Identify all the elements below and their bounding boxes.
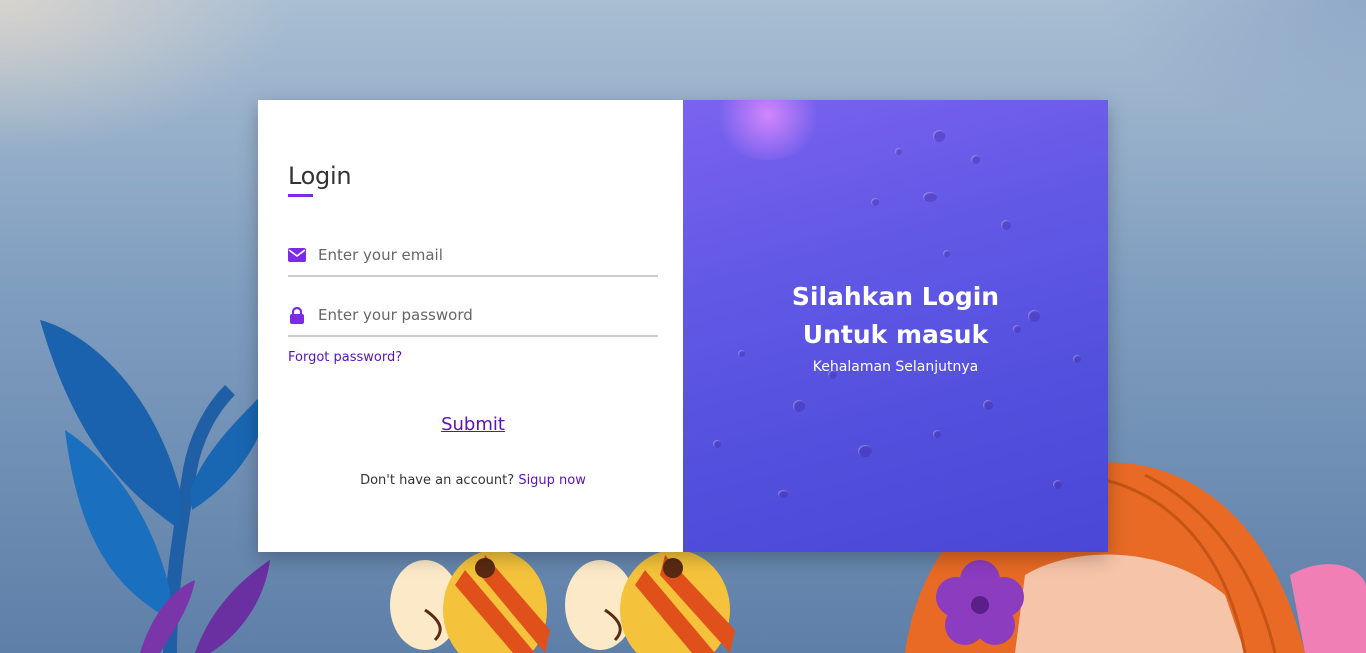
seaweed-illustration xyxy=(40,320,275,653)
login-form: Login Enter your email Forgot password? … xyxy=(258,100,683,552)
email-field[interactable] xyxy=(288,235,658,277)
forgot-password-link[interactable]: Forgot password? xyxy=(288,350,402,365)
title-underline xyxy=(288,194,313,197)
bubble xyxy=(943,250,950,257)
bubble xyxy=(871,198,879,206)
submit-button[interactable]: Submit xyxy=(288,414,658,435)
bubble xyxy=(713,440,721,448)
fish-illustration-center xyxy=(565,550,735,653)
welcome-subtitle: Kehalaman Selanjutnya xyxy=(812,359,979,375)
bubble xyxy=(895,148,902,155)
fish-illustration-left xyxy=(390,550,550,653)
bubble xyxy=(778,490,788,498)
bubble xyxy=(923,192,937,202)
signup-prompt-text: Don't have an account? xyxy=(360,473,515,488)
welcome-message: Silahkan Login Untuk masuk Kehalaman Sel… xyxy=(683,278,1108,378)
page-title: Login xyxy=(288,162,352,190)
login-card: Login Enter your email Forgot password? … xyxy=(258,100,1108,552)
welcome-heading-line2: Untuk masuk xyxy=(802,320,989,349)
light-glow xyxy=(713,100,823,160)
welcome-panel: Silahkan Login Untuk masuk Kehalaman Sel… xyxy=(683,100,1108,552)
password-field[interactable] xyxy=(288,295,658,337)
lock-icon xyxy=(288,306,306,324)
signup-link[interactable]: Sigup now xyxy=(518,473,586,488)
bubble xyxy=(1053,480,1062,489)
bubble xyxy=(858,445,872,457)
bubble xyxy=(971,155,980,164)
welcome-heading-line1: Silahkan Login xyxy=(791,282,1000,311)
signup-prompt: Don't have an account? Sigup now xyxy=(288,473,658,488)
envelope-icon xyxy=(288,246,306,264)
bubble xyxy=(793,400,805,412)
password-input[interactable] xyxy=(318,306,648,324)
email-input[interactable] xyxy=(318,246,648,264)
bubble xyxy=(933,430,941,438)
bubble xyxy=(983,400,993,410)
login-page: Login Enter your email Forgot password? … xyxy=(0,0,1366,653)
bubble xyxy=(933,130,945,142)
bubble xyxy=(1001,220,1011,230)
